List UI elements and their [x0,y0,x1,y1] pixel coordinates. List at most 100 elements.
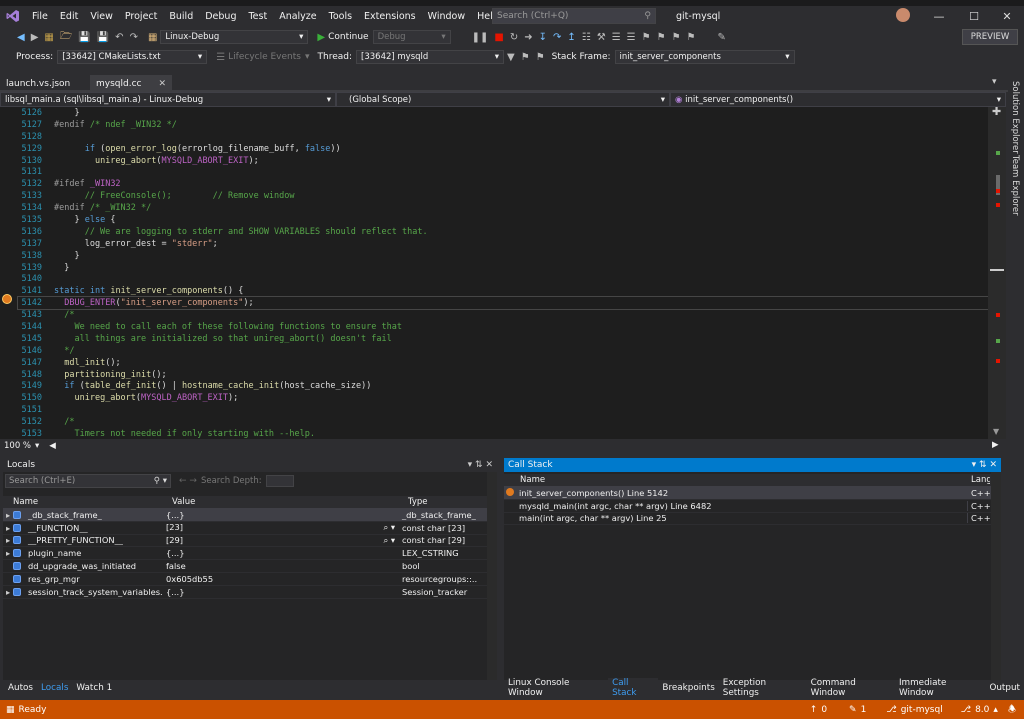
tab-autos[interactable]: Autos [4,683,37,693]
live-share-icon[interactable]: ✎ [715,32,729,43]
zoom-level[interactable]: 100 % [0,441,31,451]
visualizer-icon[interactable]: ⌕ ▾ [384,522,399,533]
local-value[interactable]: {...} [163,587,399,597]
search-depth-dropdown[interactable] [265,475,294,487]
editor-scrollbar[interactable]: ✚ ▼ [988,105,1006,439]
stop-icon[interactable]: ■ [491,32,506,43]
hex-icon[interactable]: ☷ [579,32,594,43]
code-line[interactable]: 5142 DBUG_ENTER("init_server_components"… [17,296,989,311]
local-value[interactable]: {...} [163,510,399,520]
locals-row[interactable]: ▸ __PRETTY_FUNCTION__ [29] ⌕ ▾ const char [2… [3,535,497,548]
locals-row[interactable]: ▸ plugin_name {...} LEX_CSTRING [3,547,497,561]
tab-overflow-icon[interactable]: ▾ [992,77,997,87]
tab-call-stack[interactable]: Call Stack [608,678,659,698]
search-back-icon[interactable]: ← → [171,476,201,486]
filter-icon[interactable]: ▼ [504,52,518,63]
pause-icon[interactable]: ❚❚ [469,32,492,43]
local-value[interactable]: false [163,561,399,571]
search-box[interactable]: Search (Ctrl+Q) ⚲ [492,8,656,24]
code-line[interactable]: 5135 } else { [18,214,988,226]
close-icon[interactable]: ✕ [990,6,1024,26]
local-value[interactable]: [23] ⌕ ▾ [163,522,399,533]
status-pencil-count[interactable]: 1 [861,705,887,715]
code-line[interactable]: 5150 unireg_abort(MYSQLD_ABORT_EXIT); [18,392,988,404]
tab-team-explorer[interactable]: Team Explorer [1010,155,1020,216]
lifecycle-events[interactable]: Lifecycle Events [228,52,305,62]
code-line[interactable]: 5145 all things are initialized so that … [18,333,988,345]
close-icon[interactable]: ✕ [989,460,997,470]
menu-window[interactable]: Window [422,11,471,22]
expand-icon[interactable]: ▸ [3,510,13,520]
debug-target-dropdown[interactable]: Debug ▾ [372,30,451,44]
minimize-icon[interactable]: — [922,6,956,26]
code-editor[interactable]: 5126 } 5127 #endif /* ndef _WIN32 */5128 51… [0,107,1006,439]
notification-bell-icon[interactable]: 🕭 [1008,702,1024,718]
code-line[interactable]: 5147 mdl_init(); [18,357,988,369]
locals-row[interactable]: dd_upgrade_was_initiated false bool [3,560,497,573]
branch-icon[interactable]: ⎇ [886,705,900,715]
code-line[interactable]: 5129 if (open_error_log(errorlog_filenam… [18,143,988,155]
expand-icon[interactable]: ▸ [3,548,13,558]
tab-launch-vs-json[interactable]: launch.vs.json [0,75,90,92]
menu-file[interactable]: File [26,11,54,22]
menu-analyze[interactable]: Analyze [273,11,322,22]
locals-row[interactable]: ▸ _db_stack_frame_ {...} _db_stack_frame_ [3,509,497,522]
undo-icon[interactable]: ↶ [112,32,126,43]
window-position-icon[interactable]: ▾ [468,460,473,470]
code-line[interactable]: 5139 } [18,262,988,274]
back-icon[interactable]: ◀ [14,32,28,43]
menu-extensions[interactable]: Extensions [358,11,422,22]
code-line[interactable]: 5133 // FreeConsole(); // Remove window [18,190,988,202]
column-type[interactable]: Type [405,497,485,507]
stack-frame-dropdown[interactable]: init_server_components ▾ [614,50,795,64]
code-line[interactable]: 5127 #endif /* ndef _WIN32 */ [18,119,988,131]
code-line[interactable]: 5136 // We are logging to stderr and SHO… [18,226,988,238]
code-line[interactable]: 5126 } [18,107,988,119]
forward-icon[interactable]: ▶ [28,32,42,43]
tab-mysqld-cc[interactable]: mysqld.cc ✕ [90,75,172,92]
code-line[interactable]: 5152 /* [18,416,988,428]
menu-view[interactable]: View [84,11,119,22]
menu-test[interactable]: Test [242,11,273,22]
chevron-down-icon[interactable]: ▾ [31,441,39,451]
flag-threads-icon[interactable]: ⚑ [533,52,548,63]
tab-breakpoints[interactable]: Breakpoints [658,683,718,693]
code-line[interactable]: 5130 unireg_abort(MYSQLD_ABORT_EXIT); [18,155,988,167]
menu-debug[interactable]: Debug [199,11,242,22]
local-value[interactable]: 0x605db55 [163,574,399,584]
locals-row[interactable]: ▸ session_track_system_variables... {...} S… [3,586,497,599]
menu-project[interactable]: Project [119,11,164,22]
tab-output[interactable]: Output [985,683,1024,693]
locals-search-input[interactable]: Search (Ctrl+E) ⚲ ▾ [5,474,171,488]
scroll-left-icon[interactable]: ◀ [39,441,56,451]
redo-icon[interactable]: ↷ [127,32,141,43]
scroll-down-icon[interactable]: ▼ [993,427,999,436]
call-stack-row[interactable]: init_server_components() Line 5142 C++ [504,487,1001,500]
pin-icon[interactable]: ⇅ [475,460,483,470]
scope-dropdown[interactable]: (Global Scope) ▾ [336,92,670,107]
project-dropdown[interactable]: libsql_main.a (sql\libsql_main.a) - Linu… [0,92,336,107]
code-line[interactable]: 5148 partitioning_init(); [18,369,988,381]
version-icon[interactable]: ⎇ [961,705,975,715]
save-all-icon[interactable]: 💾 [94,32,112,43]
continue-button[interactable]: Continue [328,32,372,42]
menu-build[interactable]: Build [163,11,199,22]
restart-icon[interactable]: ↻ [507,32,521,43]
locals-scrollbar[interactable] [487,472,497,680]
column-name[interactable]: Name [3,497,169,507]
column-lang[interactable]: Lang [968,475,990,485]
step-over-icon[interactable]: ↷ [550,32,564,43]
menu-edit[interactable]: Edit [54,11,84,22]
tab-command-window[interactable]: Command Window [807,678,895,698]
code-line[interactable]: 5134 #endif /* _WIN32 */ [18,202,988,214]
tab-locals[interactable]: Locals [37,683,73,693]
code-line[interactable]: 5144 We need to call each of these follo… [18,321,988,333]
open-folder-icon[interactable]: 🗁 [57,29,75,46]
new-project-icon[interactable]: ▦ [41,32,56,43]
code-line[interactable]: 5137 log_error_dest = "stderr"; [18,238,988,250]
continue-icon[interactable]: ▶ [314,32,328,43]
flag-icon[interactable]: ⚑ [518,52,533,63]
code-line[interactable]: 5143 /* [18,309,988,321]
code-line[interactable]: 5151 [18,404,988,416]
clear-bookmarks-icon[interactable]: ⚑ [684,32,699,43]
